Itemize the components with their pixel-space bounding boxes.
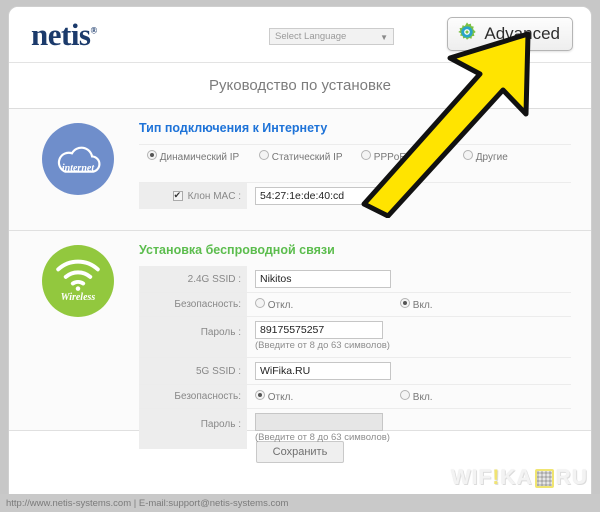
radio-pppoe[interactable]: PPPoE (361, 150, 463, 163)
radio-dynamic-ip[interactable]: Динамический IP (147, 150, 259, 163)
password-5g-label-cell: Пароль : (139, 409, 247, 449)
connection-type-row: Динамический IP Статический IP PPPoE (139, 144, 571, 168)
gear-icon (456, 21, 478, 48)
radio-other-label: Другие (476, 152, 508, 163)
watermark-part2: KA (500, 466, 532, 490)
internet-cloud-icon: internet (42, 123, 114, 195)
radio-security-5g-on-label: Вкл. (413, 392, 433, 403)
radio-dynamic-ip-indicator (147, 150, 157, 160)
radio-security-24g-on[interactable]: Вкл. (400, 298, 433, 311)
advanced-button[interactable]: Advanced (447, 17, 573, 51)
connection-type-options: Динамический IP Статический IP PPPoE (139, 146, 571, 167)
radio-security-24g-on-indicator (400, 298, 410, 308)
radio-security-5g-off-label: Откл. (268, 392, 293, 403)
radio-security-24g-off-label: Откл. (268, 300, 293, 311)
ssid-5g-row: 5G SSID : (139, 357, 571, 384)
radio-security-24g-off-indicator (255, 298, 265, 308)
netis-logo: netis® (31, 17, 97, 53)
radio-pppoe-indicator (361, 150, 371, 160)
ssid-24g-row: 2.4G SSID : (139, 266, 571, 292)
footer-contact-text: http://www.netis-systems.com | E-mail:su… (0, 498, 288, 509)
password-24g-hint: (Введите от 8 до 63 символов) (255, 339, 390, 353)
wifika-watermark: WIF!KARU (451, 466, 588, 490)
page-title: Руководство по установке (209, 77, 391, 94)
radio-security-5g-off-indicator (255, 390, 265, 400)
radio-dynamic-ip-label: Динамический IP (160, 152, 239, 163)
mac-clone-value-cell (247, 183, 571, 209)
wireless-section: Wireless Установка беспроводной связи 2.… (9, 231, 591, 431)
app-header: netis® Select Language ▼ (9, 7, 591, 63)
password-24g-row: Пароль : (Введите от 8 до 63 символов) (139, 316, 571, 357)
wireless-section-heading: Установка беспроводной связи (139, 243, 571, 257)
password-5g-row: Пароль : (Введите от 8 до 63 символов) (139, 408, 571, 449)
security-24g-label-cell: Безопасность: (139, 293, 247, 316)
radio-security-24g-off[interactable]: Откл. (255, 298, 400, 311)
password-5g-hint: (Введите от 8 до 63 символов) (255, 431, 390, 445)
wifi-icon: Wireless (42, 245, 114, 317)
page-footer: http://www.netis-systems.com | E-mail:su… (0, 494, 600, 512)
radio-security-24g-on-label: Вкл. (413, 300, 433, 311)
security-24g-row: Безопасность: Откл. Вкл. (139, 292, 571, 316)
security-5g-row: Безопасность: Откл. Вкл. (139, 384, 571, 408)
radio-pppoe-label: PPPoE (374, 152, 406, 163)
password-5g-value-cell: (Введите от 8 до 63 символов) (247, 409, 571, 449)
language-select-value: Select Language (275, 31, 346, 42)
advanced-button-label: Advanced (484, 24, 560, 44)
password-24g-input[interactable] (255, 321, 383, 339)
radio-security-5g-on-indicator (400, 390, 410, 400)
radio-security-5g-on[interactable]: Вкл. (400, 390, 433, 403)
page-title-bar: Руководство по установке (9, 63, 591, 109)
radio-static-ip[interactable]: Статический IP (259, 150, 361, 163)
watermark-part3: RU (556, 466, 588, 490)
qr-block-icon (535, 469, 554, 488)
internet-section-body: Тип подключения к Интернету Динамический… (139, 109, 591, 221)
logo-text: netis (31, 17, 91, 52)
language-select[interactable]: Select Language ▼ (269, 28, 394, 45)
ssid-5g-label-cell: 5G SSID : (139, 358, 247, 384)
radio-static-ip-indicator (259, 150, 269, 160)
chevron-down-icon: ▼ (380, 30, 388, 45)
password-24g-label: Пароль : (201, 327, 241, 338)
internet-section-heading: Тип подключения к Интернету (139, 121, 571, 135)
password-24g-label-cell: Пароль : (139, 317, 247, 357)
password-5g-label: Пароль : (201, 419, 241, 430)
ssid-24g-label-cell: 2.4G SSID : (139, 266, 247, 292)
mac-clone-input[interactable] (255, 187, 393, 205)
radio-other[interactable]: Другие (463, 150, 508, 163)
router-setup-screenshot: netis® Select Language ▼ (0, 0, 600, 512)
password-5g-input[interactable] (255, 413, 383, 431)
internet-section: internet Тип подключения к Интернету Дин… (9, 109, 591, 231)
wireless-section-body: Установка беспроводной связи 2.4G SSID :… (139, 231, 591, 461)
watermark-part1: WIF (451, 466, 492, 490)
password-24g-value-cell: (Введите от 8 до 63 символов) (247, 317, 571, 357)
ssid-24g-input[interactable] (255, 270, 391, 288)
mac-clone-row: Клон MAC : (139, 182, 571, 209)
ssid-5g-label: 5G SSID : (196, 366, 241, 377)
security-5g-options: Откл. Вкл. (247, 386, 571, 407)
mac-clone-label-cell: Клон MAC : (139, 183, 247, 209)
mac-clone-checkbox[interactable] (173, 191, 183, 201)
security-5g-label-cell: Безопасность: (139, 385, 247, 408)
ssid-5g-value-cell (247, 358, 571, 384)
ssid-24g-value-cell (247, 266, 571, 292)
radio-other-indicator (463, 150, 473, 160)
logo-registered-mark: ® (91, 26, 97, 36)
radio-security-5g-off[interactable]: Откл. (255, 390, 400, 403)
security-24g-options: Откл. Вкл. (247, 294, 571, 315)
ssid-5g-input[interactable] (255, 362, 391, 380)
radio-static-ip-label: Статический IP (272, 152, 343, 163)
ssid-24g-label: 2.4G SSID : (188, 274, 241, 285)
mac-clone-label: Клон MAC : (188, 191, 241, 202)
internet-icon-caption: internet (62, 163, 94, 174)
security-24g-label: Безопасность: (174, 299, 241, 310)
router-ui-window: netis® Select Language ▼ (8, 6, 592, 504)
wireless-icon-caption: Wireless (61, 292, 96, 303)
security-5g-label: Безопасность: (174, 391, 241, 402)
